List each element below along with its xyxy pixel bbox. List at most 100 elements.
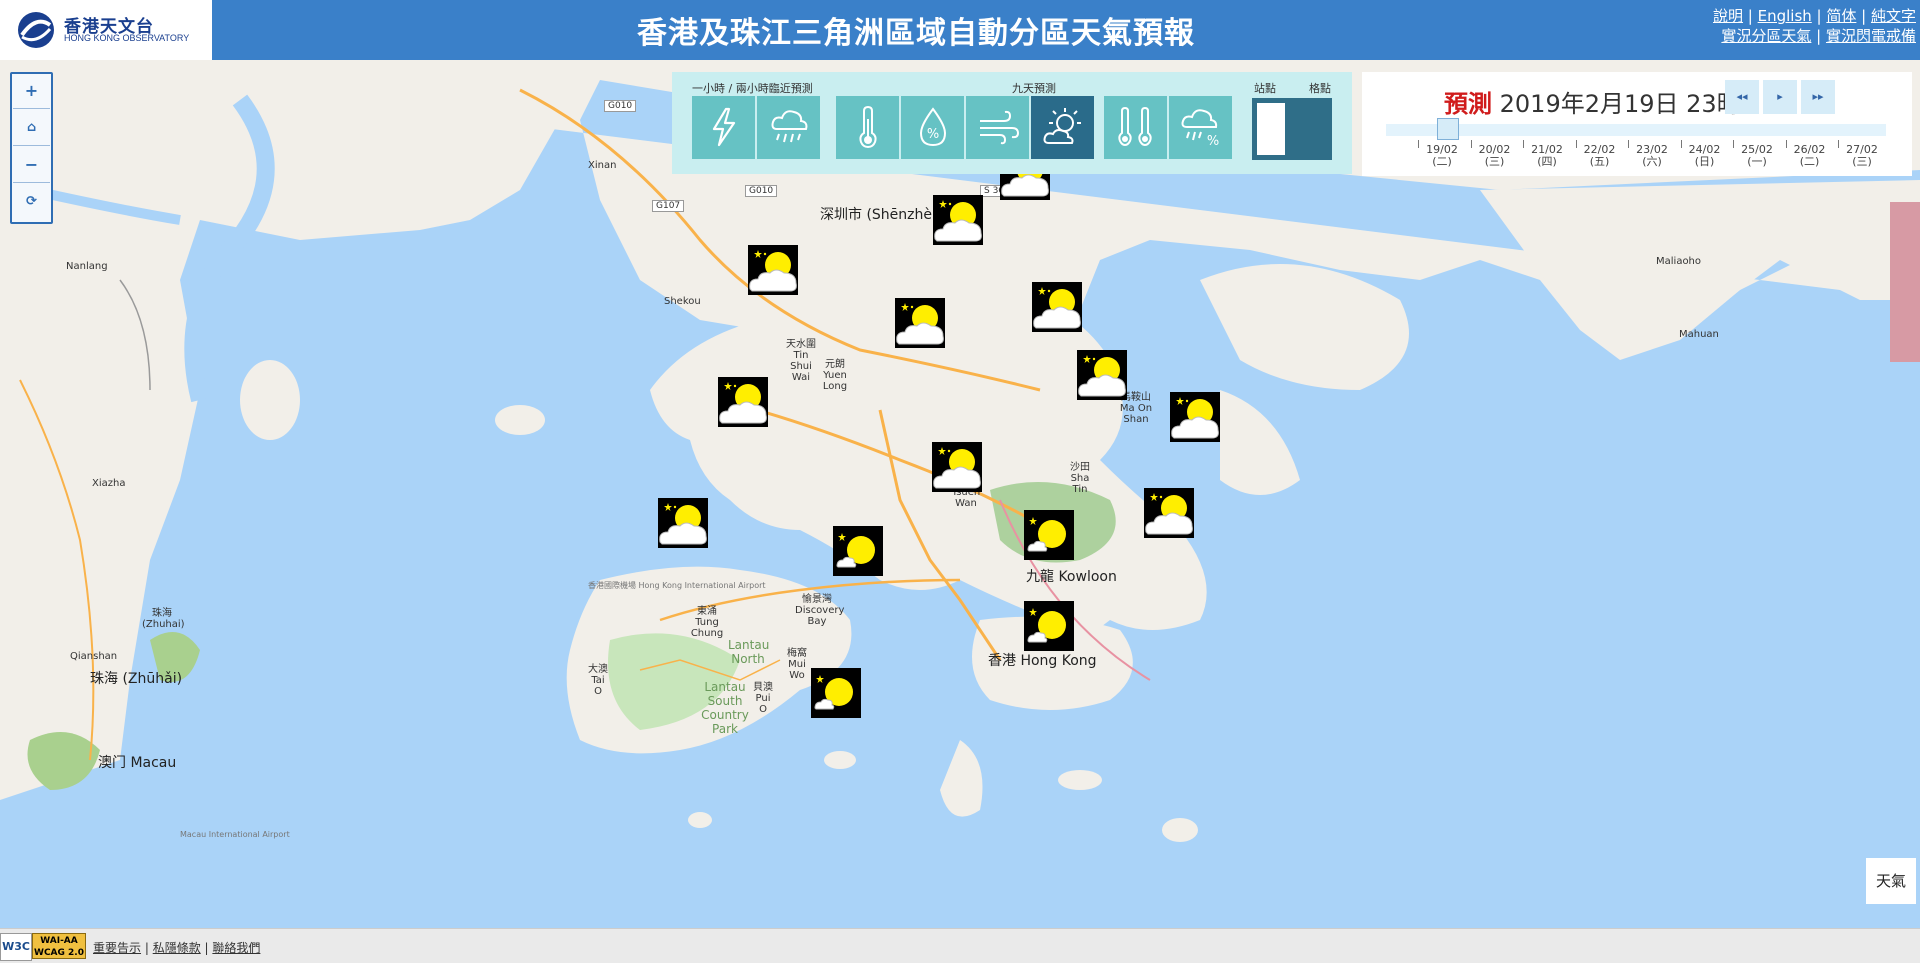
weather-icon-night-sunny-periods[interactable] xyxy=(748,245,798,295)
label-airport-macau: Macau International Airport xyxy=(180,830,290,839)
weather-icon-night-sunny-periods[interactable] xyxy=(1032,282,1082,332)
weather-layer-button[interactable] xyxy=(1031,96,1094,159)
weekday-text: (日) xyxy=(1694,155,1715,168)
wcag-badge[interactable]: WAI-AA WCAG 2.0 xyxy=(32,933,86,959)
label-g010-a: G010 xyxy=(604,100,637,112)
label-kowloon: 九龍 Kowloon xyxy=(1026,569,1117,585)
layer-panel: 一小時 / 兩小時臨近預測 九天預測 站點 格點 % % xyxy=(672,72,1352,174)
link-text-only[interactable]: 純文字 xyxy=(1871,7,1916,25)
weekday-text: (四) xyxy=(1537,155,1557,168)
weather-icon-night-sunny-periods[interactable] xyxy=(1144,488,1194,538)
label-qianshan: Qianshan xyxy=(70,651,118,662)
night-sunny-periods-icon xyxy=(1145,493,1193,535)
footer-link-notice[interactable]: 重要告示 xyxy=(93,941,141,955)
footer-link-privacy[interactable]: 私隱條款 xyxy=(153,941,201,955)
date-tick xyxy=(1733,140,1734,148)
wind-layer-button[interactable] xyxy=(966,96,1029,159)
date-tick xyxy=(1575,140,1577,148)
rain-nowcast-button[interactable] xyxy=(757,96,820,159)
zoom-in-button[interactable]: + xyxy=(13,74,50,109)
weather-icon-night-sunny-periods[interactable] xyxy=(658,498,708,548)
side-panel-tab[interactable] xyxy=(1890,202,1920,362)
hko-logo[interactable]: 香港天文台 HONG KONG OBSERVATORY xyxy=(0,0,212,60)
label-xinan: Xinan xyxy=(588,160,617,171)
date-tick-label[interactable]: 26/02 (二) xyxy=(1790,144,1830,168)
night-sunny-periods-icon xyxy=(1033,287,1081,329)
weather-icon-night-sunny-periods[interactable] xyxy=(718,377,768,427)
label-lantau-north: Lantau North xyxy=(728,638,770,666)
label-airport-hk: 香港國際機場 Hong Kong International Airport xyxy=(588,581,766,590)
date-tick-label[interactable]: 23/02 (六) xyxy=(1632,144,1672,168)
toggle-knob xyxy=(1257,103,1285,155)
thermometer-icon xyxy=(859,105,877,149)
zoom-controls: + ⌂ − ⟳ xyxy=(10,72,53,224)
link-actual-regional-weather[interactable]: 實況分區天氣 xyxy=(1721,27,1811,45)
next-time-button[interactable]: ▸ xyxy=(1763,80,1797,114)
weather-icon-night-mainly-fine[interactable] xyxy=(811,668,861,718)
date-tick-label[interactable]: 20/02 (三) xyxy=(1475,144,1515,168)
label-hong-kong: 香港 Hong Kong xyxy=(988,653,1097,669)
rain-probability-layer-button[interactable]: % xyxy=(1169,96,1232,159)
temperature-layer-button[interactable] xyxy=(836,96,899,159)
humidity-layer-button[interactable]: % xyxy=(901,96,964,159)
label-shekou: Shekou xyxy=(664,296,701,307)
station-grid-toggle[interactable] xyxy=(1252,98,1332,160)
humidity-drop-icon: % xyxy=(919,107,947,147)
label-discovery-bay: 愉景灣 Discovery Bay xyxy=(795,594,845,627)
weather-icon-night-sunny-periods[interactable] xyxy=(933,195,983,245)
date-tick xyxy=(1838,140,1839,148)
lightning-layer-button[interactable] xyxy=(692,96,755,159)
refresh-button[interactable]: ⟳ xyxy=(13,185,50,219)
link-lightning-alert[interactable]: 實況閃電戒備 xyxy=(1826,27,1916,45)
date-tick-label[interactable]: 19/02 (二) xyxy=(1422,144,1462,168)
link-simplified[interactable]: 简体 xyxy=(1826,7,1856,25)
weather-icon-night-sunny-periods[interactable] xyxy=(1170,392,1220,442)
nine-day-group-label: 九天預測 xyxy=(1012,82,1056,95)
night-sunny-periods-icon xyxy=(749,250,797,292)
wcag-line-2: WCAG 2.0 xyxy=(34,948,84,958)
weather-icon-night-sunny-periods[interactable] xyxy=(932,442,982,492)
nowcast-group-label: 一小時 / 兩小時臨近預測 xyxy=(692,82,813,95)
date-tick-label[interactable]: 24/02 (日) xyxy=(1685,144,1725,168)
last-time-button[interactable]: ▸▸ xyxy=(1801,80,1835,114)
forecast-prefix: 預測 xyxy=(1444,90,1492,118)
w3c-badge[interactable]: W3C xyxy=(0,933,32,961)
weather-icon-night-sunny-periods[interactable] xyxy=(895,298,945,348)
label-mahuan: Mahuan xyxy=(1679,329,1719,340)
label-maliaoho: Maliaoho xyxy=(1656,256,1702,267)
date-tick-label[interactable]: 22/02 (五) xyxy=(1580,144,1620,168)
weekday-text: (二) xyxy=(1432,155,1452,168)
legend-button[interactable]: 天氣 xyxy=(1866,858,1916,904)
rain-probability-icon: % xyxy=(1181,109,1219,149)
home-button[interactable]: ⌂ xyxy=(13,111,50,146)
zoom-out-button[interactable]: − xyxy=(13,148,50,183)
label-yuen-long: 元朗 Yuen Long xyxy=(822,359,848,392)
date-tick xyxy=(1418,140,1419,148)
date-tick-label[interactable]: 25/02 (一) xyxy=(1737,144,1777,168)
date-tick-label[interactable]: 27/02 (三) xyxy=(1842,144,1882,168)
time-slider-thumb[interactable] xyxy=(1437,118,1459,140)
weather-icon-night-mainly-fine[interactable] xyxy=(1024,510,1074,560)
weekday-text: (六) xyxy=(1642,155,1662,168)
svg-text:%: % xyxy=(927,127,939,142)
date-tick xyxy=(1470,140,1472,148)
weather-icon-night-sunny-periods[interactable] xyxy=(1077,350,1127,400)
weekday-text: (一) xyxy=(1747,155,1767,168)
weather-icon-night-mainly-fine[interactable] xyxy=(833,526,883,576)
header-bar: 香港天文台 HONG KONG OBSERVATORY 香港及珠江三角洲區域自動… xyxy=(0,0,1920,60)
link-help[interactable]: 說明 xyxy=(1713,7,1743,25)
label-lantau-south: Lantau South Country Park xyxy=(701,680,749,736)
link-english[interactable]: English xyxy=(1758,7,1812,25)
temperature-range-layer-button[interactable] xyxy=(1104,96,1167,159)
time-slider-track[interactable] xyxy=(1386,124,1886,136)
footer-link-contact[interactable]: 聯絡我們 xyxy=(212,941,260,955)
date-tick-label[interactable]: 21/02 (四) xyxy=(1527,144,1567,168)
first-time-button[interactable]: ◂◂ xyxy=(1725,80,1759,114)
weather-icon-night-mainly-fine[interactable] xyxy=(1024,601,1074,651)
label-zhuhai: 珠海 (Zhūhǎi) xyxy=(90,671,183,687)
map-canvas[interactable]: Xinan Nanlang 深圳市 (Shēnzhèn) Shekou Xiaz… xyxy=(0,60,1920,928)
sun-cloud-icon xyxy=(1043,108,1081,144)
svg-text:%: % xyxy=(1207,134,1219,149)
night-sunny-periods-icon xyxy=(934,200,982,242)
label-pui-o: 貝澳 Pui O xyxy=(753,682,773,715)
